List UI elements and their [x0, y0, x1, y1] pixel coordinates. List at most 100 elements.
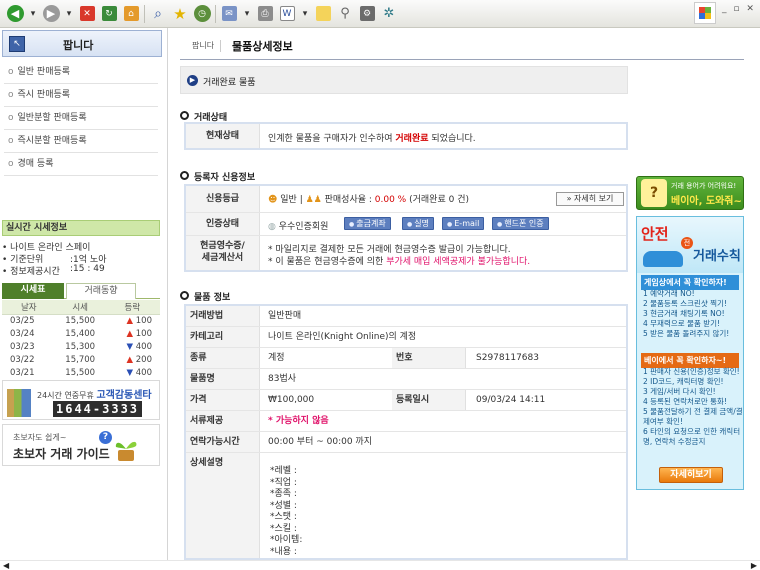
market-date: 03/22 [10, 354, 35, 365]
realtime-time-label: • 정보제공시간 [2, 267, 60, 277]
bullet-icon: o [8, 67, 14, 77]
beginner-guide-banner[interactable]: 초보자도 쉽게~ 초보자 거래 가이드 ? [2, 424, 160, 466]
building-icon [7, 389, 31, 417]
seller-credit-box: 신용등급 ☻ 일반 | ♟♟ 판매성사율 : 0.00 % (거래완료 0 건)… [184, 184, 628, 272]
bullet-icon: o [8, 136, 14, 146]
scroll-right-icon[interactable]: ▶ [751, 561, 757, 570]
sidebar-title: 팝니다 [63, 39, 94, 52]
site-rules-list: 1 판매자 신용(인증)정보 확인! 2 ID코드, 캐릭터명 확인! 3 게임/서… [643, 367, 743, 447]
rule-item: 1 판매자 신용(인증)정보 확인! [643, 367, 740, 376]
users-icon[interactable]: ✲ [380, 5, 398, 23]
forward-dropdown-icon[interactable]: ▾ [64, 5, 74, 23]
mail-dropdown-icon[interactable]: ▾ [242, 5, 252, 23]
trade-complete-text: 거래완료 물품 [203, 78, 256, 88]
triangle-up-icon: ▲ [126, 315, 134, 326]
favorites-star-icon[interactable]: ★ [171, 5, 189, 23]
rule-item: 2 ID코드, 캐릭터명 확인! [643, 377, 724, 386]
mail-icon[interactable]: ✉ [220, 5, 238, 23]
arrow-right-icon: ▶ [187, 75, 198, 86]
description-line: *직업 : [270, 477, 297, 488]
home-icon[interactable]: ⌂ [122, 5, 140, 23]
safe-trade-rules-banner[interactable]: 안전 전 거래수칙 게임상에서 꼭 확인하자! 1 예약거래 NO! 2 물품등록… [636, 216, 744, 490]
history-icon[interactable]: ◷ [193, 5, 211, 23]
banner-subheading-ingame: 게임상에서 꼭 확인하자! [641, 275, 739, 290]
horizontal-scrollbar[interactable]: ◀ ▶ [0, 560, 760, 570]
banner-title-rules: 거래수칙 [693, 249, 741, 264]
description-line: *내용 : [270, 546, 297, 557]
market-date: 03/23 [10, 341, 35, 352]
back-icon[interactable]: ◀ [6, 5, 24, 23]
description-line: *스탯 : [270, 512, 297, 522]
page-title: 물품상세정보 [232, 40, 293, 53]
stop-icon[interactable]: ✕ [78, 5, 96, 23]
print-icon[interactable]: ⎙ [256, 5, 274, 23]
document-value: * 가능하지 않음 [268, 416, 329, 426]
auth-tag-email: E-mail [442, 217, 485, 230]
tab-price-table[interactable]: 시세표 [2, 283, 64, 299]
realtime-time-value: :15 : 49 [70, 264, 105, 274]
view-details-button[interactable]: » 자세히 보기 [556, 192, 624, 206]
trade-type-label: 거래방법 [186, 306, 260, 326]
back-dropdown-icon[interactable]: ▾ [28, 5, 38, 23]
sidebar-item-instant-sale[interactable]: o 즉시 판매등록 [4, 85, 158, 107]
market-change: ▲ 100 [126, 328, 152, 339]
credit-grade-label: 신용등급 [186, 186, 260, 212]
rule-item: 5 물품전달하기 전 결제 금액/결제여부 확인! [643, 407, 743, 426]
breadcrumb[interactable]: 팝니다 [192, 40, 214, 51]
term-help-banner[interactable]: ? 거래 용어가 어려워요! 베이아, 도와줘~ [636, 176, 744, 210]
column-header: 등락 [104, 300, 160, 315]
forward-icon[interactable]: ▶ [42, 5, 60, 23]
auth-tags: 출금계좌 실명 E-mail 핸드폰 인증 [186, 213, 626, 235]
discuss-icon[interactable] [314, 5, 332, 23]
sidebar-item-label: 즉시분할 판매등록 [17, 136, 87, 146]
ingame-rules-list: 1 예약거래 NO! 2 물품등록 스크린샷 찍기! 3 현금거래 채팅기록 NO!… [643, 289, 729, 339]
sidebar: ↖ 팝니다 o 일반 판매등록 o 즉시 판매등록 o 일반분할 판매등록 o 즉시분할… [0, 28, 168, 560]
edit-dropdown-icon[interactable]: ▾ [300, 5, 310, 23]
market-price-table: 날자 시세 등락 03/25 15,500 ▲ 100 03/24 15,400 ▲ 10… [2, 300, 160, 379]
sidebar-item-general-split-sale[interactable]: o 일반분할 판매등록 [4, 108, 158, 130]
sidebar-item-instant-split-sale[interactable]: o 즉시분할 판매등록 [4, 131, 158, 153]
market-price: 15,500 [65, 315, 96, 326]
refresh-icon[interactable]: ↻ [100, 5, 118, 23]
item-name-label: 물품명 [186, 369, 260, 389]
safe-trade-details-button[interactable]: 자세히보기 [659, 467, 723, 483]
document-label: 서류제공 [186, 411, 260, 431]
sidebar-header: ↖ 팝니다 [2, 30, 162, 57]
window-controls[interactable]: _ ▫ ✕ [722, 4, 756, 14]
research-icon[interactable]: ⚲ [336, 5, 354, 23]
windows-logo-icon [694, 2, 716, 24]
sidebar-item-auction[interactable]: o 경매 등록 [4, 154, 158, 176]
tab-trade-trend[interactable]: 거래동향 [66, 283, 136, 299]
face-icon: ☻ [268, 195, 278, 205]
sidebar-item-label: 일반 판매등록 [17, 67, 71, 77]
scroll-left-icon[interactable]: ◀ [3, 561, 9, 570]
market-change: ▼ 400 [126, 341, 152, 352]
customer-center-banner[interactable]: 24시간 연중무휴 고객감동센타 1644-3333 [2, 380, 160, 420]
category-label: 카테고리 [186, 327, 260, 347]
triangle-down-icon: ▼ [126, 341, 134, 352]
receipt-label: 현금영수증/세금계산서 [186, 236, 260, 270]
table-row: 03/25 15,500 ▲ 100 [2, 314, 160, 327]
number-label: 번호 [392, 348, 466, 368]
search-icon[interactable]: ⌕ [149, 5, 167, 23]
section-heading-seller-credit: 등록자 신용정보 [180, 170, 255, 183]
product-info-table: 거래방법 일반판매 카테고리 나이트 온라인(Knight Online)의 계… [184, 304, 628, 560]
phone-number: 1644-3333 [53, 401, 143, 417]
column-header: 시세 [55, 300, 105, 315]
market-date: 03/24 [10, 328, 35, 339]
market-price: 15,400 [65, 328, 96, 339]
messenger-icon[interactable]: ⚙ [358, 5, 376, 23]
edit-icon[interactable]: W [278, 5, 296, 23]
kind-label: 종류 [186, 348, 260, 368]
description-label: 상세설명 [186, 453, 260, 558]
browser-toolbar: ◀ ▾ ▶ ▾ ✕ ↻ ⌂ ⌕ ★ ◷ ✉ ▾ ⎙ W ▾ ⚲ ⚙ ✲ _ ▫ … [0, 0, 760, 28]
people-icon: ♟♟ [305, 195, 322, 205]
sidebar-item-general-sale[interactable]: o 일반 판매등록 [4, 62, 158, 84]
contact-time-value: 00:00 부터 ~ 00:00 까지 [268, 437, 372, 447]
table-row: 03/24 15,400 ▲ 100 [2, 327, 160, 340]
description-text: *레벨 : *직업 : *종족 : *성별 : *스탯 : *스킬 : *아이템: *내용 : [270, 466, 302, 558]
rule-item: 5 받은 물품 돌려주지 않기! [643, 329, 730, 338]
trade-complete-banner: ▶ 거래완료 물품 [180, 66, 628, 94]
register-date-label: 등록일시 [392, 390, 466, 410]
auth-tag-phone: 핸드폰 인증 [492, 217, 549, 230]
